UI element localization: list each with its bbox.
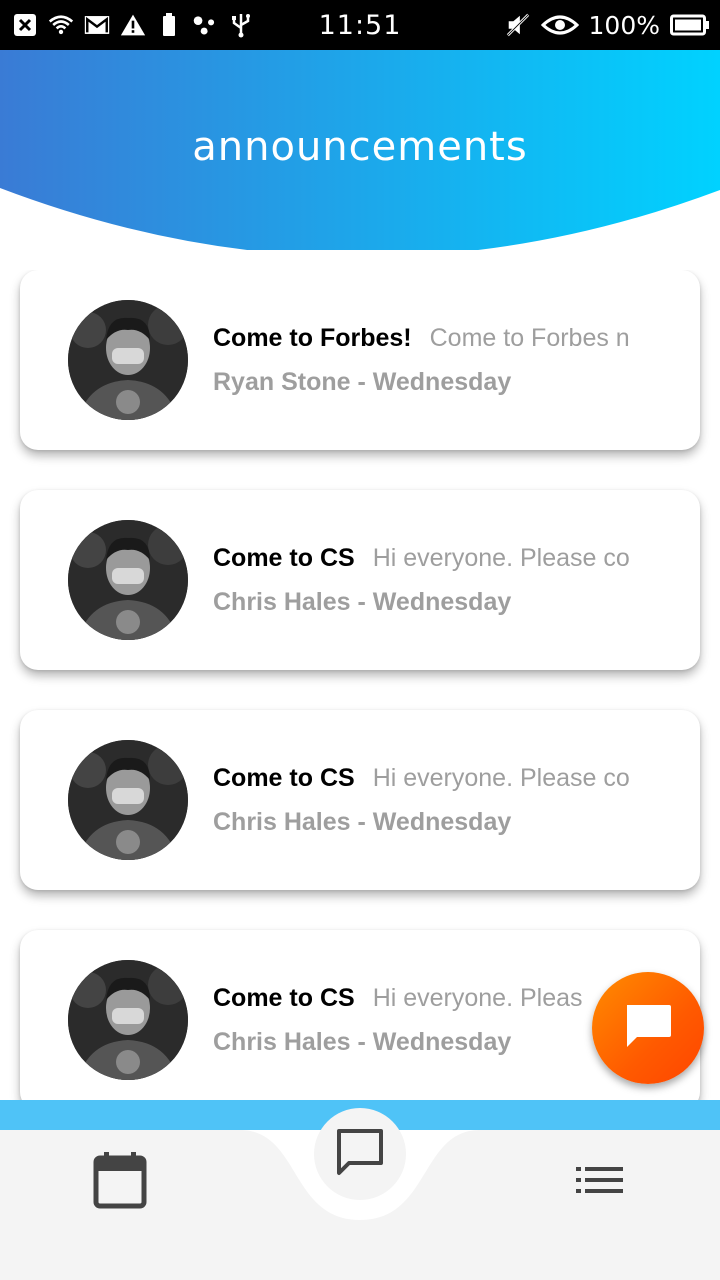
- battery-small-icon: [156, 12, 182, 38]
- calendar-icon: [92, 1150, 148, 1215]
- bottom-navigation: [0, 1100, 720, 1280]
- announcement-title: Come to CS: [213, 984, 355, 1012]
- announcement-author: Chris Hales - Wednesday: [213, 588, 512, 616]
- announcement-list[interactable]: Come to Forbes! Come to Forbes n Ryan Sto…: [0, 270, 720, 1100]
- avatar: [68, 740, 188, 860]
- announcement-preview: Hi everyone. Please co: [372, 764, 630, 792]
- battery-percent: 100%: [588, 10, 660, 40]
- warning-icon: [120, 12, 146, 38]
- avatar: [68, 300, 188, 420]
- dots-icon: [192, 12, 218, 38]
- message-icon: [333, 1125, 387, 1184]
- list-icon: [575, 1164, 625, 1201]
- header: announcements: [0, 50, 720, 250]
- announcement-author: Chris Hales - Wednesday: [213, 808, 512, 836]
- status-bar: 11:51 100%: [0, 0, 720, 50]
- usb-icon: [228, 12, 254, 38]
- avatar: [68, 520, 188, 640]
- nav-list[interactable]: [568, 1150, 632, 1214]
- chat-bubble-icon: [621, 999, 675, 1058]
- announcement-title: Come to CS: [213, 544, 355, 572]
- announcements-screen: 11:51 100% announcements Come to Forbes!…: [0, 0, 720, 1280]
- announcement-author: Ryan Stone - Wednesday: [213, 368, 512, 396]
- page-title: announcements: [192, 124, 528, 170]
- battery-icon: [670, 12, 710, 38]
- gmail-icon: [84, 12, 110, 38]
- announcement-preview: Hi everyone. Pleas: [372, 984, 583, 1012]
- mute-icon: [505, 12, 531, 38]
- new-announcement-button[interactable]: [592, 972, 704, 1084]
- close-box-icon: [12, 12, 38, 38]
- announcement-title: Come to CS: [213, 764, 355, 792]
- announcement-preview: Hi everyone. Please co: [372, 544, 630, 572]
- announcement-preview: Come to Forbes n: [429, 324, 630, 352]
- avatar: [68, 960, 188, 1080]
- announcement-card[interactable]: Come to CS Hi everyone. Please co Chris H…: [20, 490, 700, 670]
- announcement-title: Come to Forbes!: [213, 324, 412, 352]
- nav-calendar[interactable]: [88, 1150, 152, 1214]
- announcement-card[interactable]: Come to CS Hi everyone. Please co Chris H…: [20, 710, 700, 890]
- eye-icon: [540, 12, 579, 38]
- wifi-icon: [48, 12, 74, 38]
- nav-messages[interactable]: [314, 1108, 406, 1200]
- announcement-card[interactable]: Come to Forbes! Come to Forbes n Ryan Sto…: [20, 270, 700, 450]
